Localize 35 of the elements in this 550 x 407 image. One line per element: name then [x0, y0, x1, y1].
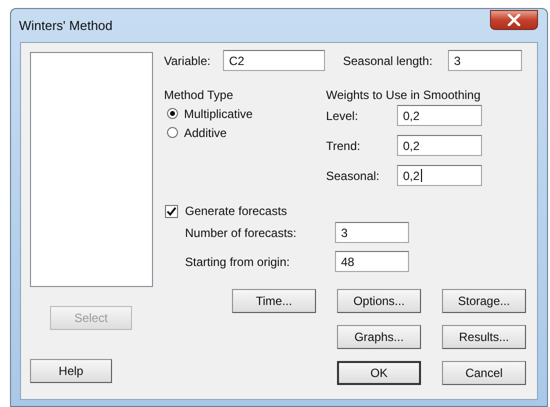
- variable-list[interactable]: [30, 52, 153, 287]
- weight-field[interactable]: 0,2: [397, 135, 482, 156]
- dialog-button[interactable]: Graphs...: [337, 325, 421, 349]
- radio-circle[interactable]: [167, 127, 178, 138]
- window-title: Winters' Method: [19, 18, 113, 33]
- close-button[interactable]: [490, 10, 538, 30]
- radio-button[interactable]: Multiplicative: [167, 104, 253, 123]
- seasonal-length-field[interactable]: 3: [448, 50, 522, 71]
- group-title: Method Type: [164, 88, 234, 104]
- dialog-button[interactable]: OK: [337, 361, 421, 385]
- field-label: Seasonal length:: [343, 54, 434, 68]
- weight-field[interactable]: 0,2: [397, 105, 482, 126]
- field-label: Trend:: [326, 138, 362, 152]
- field-label: Variable:: [164, 54, 212, 68]
- field-label: Starting from origin:: [185, 254, 291, 268]
- field-label: Number of forecasts:: [185, 226, 298, 240]
- radio-circle[interactable]: [167, 108, 178, 119]
- weight-field[interactable]: 0,2: [397, 165, 482, 186]
- forecast-field[interactable]: 48: [335, 251, 409, 272]
- field-label: Seasonal:: [326, 168, 380, 182]
- dialog-button[interactable]: Options...: [337, 289, 421, 313]
- group-title: Weights to Use in Smoothing: [326, 88, 482, 104]
- close-icon: [507, 14, 521, 26]
- forecast-field[interactable]: 3: [335, 222, 409, 243]
- dialog-button[interactable]: Time...: [232, 289, 316, 313]
- checkmark-icon: [166, 206, 177, 216]
- field-label: Level:: [326, 108, 360, 122]
- checkbox[interactable]: Generate forecasts: [165, 203, 534, 219]
- radio-button[interactable]: Additive: [167, 123, 227, 142]
- dialog-button[interactable]: Results...: [442, 325, 526, 349]
- dialog-button[interactable]: Cancel: [442, 361, 526, 385]
- help-button[interactable]: Help: [30, 359, 112, 383]
- checkbox-box[interactable]: [165, 204, 178, 218]
- dialog-button[interactable]: Storage...: [442, 289, 526, 313]
- variable-field[interactable]: C2: [223, 50, 325, 71]
